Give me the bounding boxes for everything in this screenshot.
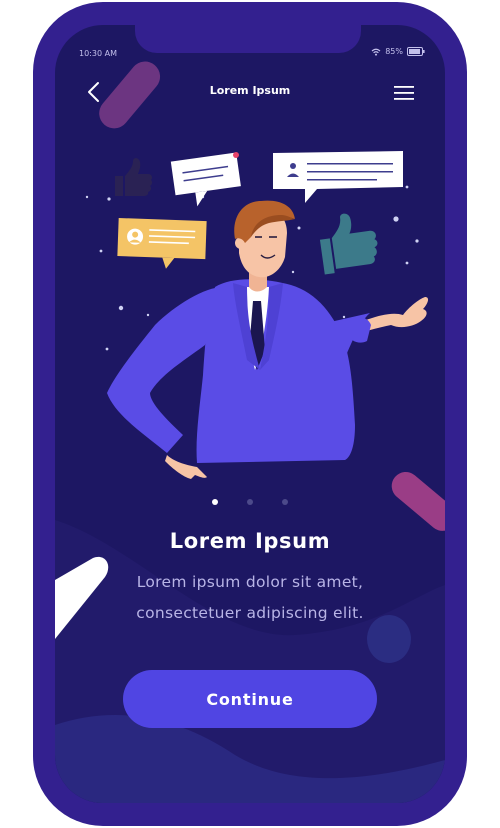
- thumbs-up-icon: [319, 213, 378, 275]
- hamburger-menu-icon: [394, 86, 414, 100]
- device-notch: [135, 25, 361, 53]
- pager-dot-3[interactable]: [282, 499, 288, 505]
- chat-bubble-note: [170, 152, 241, 207]
- pager-dot-1[interactable]: [212, 499, 218, 505]
- menu-button[interactable]: [389, 83, 419, 103]
- pager-indicator: [55, 499, 445, 509]
- user-icon: [290, 163, 296, 169]
- app-screen: 10:30 AM 85% Lorem Ipsum Lorem Ipsum Lor…: [55, 25, 445, 803]
- phone-frame: 10:30 AM 85% Lorem Ipsum Lorem Ipsum Lor…: [33, 2, 467, 826]
- description-line-2: consectetuer adipiscing elit.: [136, 604, 364, 622]
- thumbs-up-icon: [115, 158, 153, 196]
- chat-bubble-profile: [273, 151, 403, 203]
- onboarding-headline: Lorem Ipsum: [169, 529, 331, 553]
- onboarding-description: Lorem ipsum dolor sit amet, consectetuer…: [95, 567, 405, 629]
- nav-bar: Lorem Ipsum: [55, 77, 445, 107]
- chat-bubble-orange: [117, 218, 207, 269]
- status-indicators: 85%: [371, 47, 425, 56]
- notification-dot: [233, 152, 239, 158]
- battery-percent: 85%: [385, 47, 403, 56]
- description-line-1: Lorem ipsum dolor sit amet,: [136, 573, 364, 591]
- wifi-icon: [371, 48, 381, 56]
- pager-dot-2[interactable]: [247, 499, 253, 505]
- continue-button[interactable]: Continue: [123, 670, 377, 728]
- battery-icon: [407, 47, 425, 56]
- nav-title: Lorem Ipsum: [209, 84, 291, 97]
- status-time: 10:30 AM: [79, 49, 117, 58]
